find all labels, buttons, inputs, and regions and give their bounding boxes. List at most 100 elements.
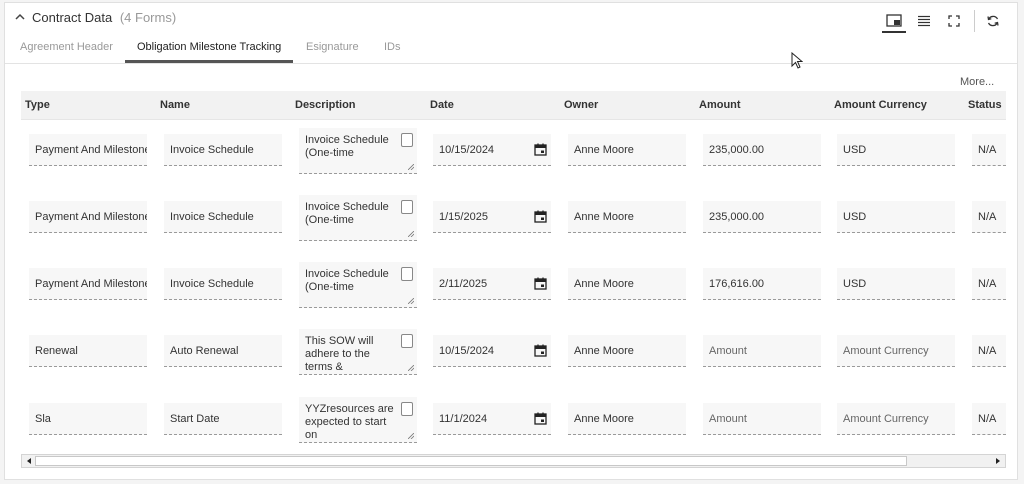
owner-field[interactable]: Anne Moore [568, 268, 686, 300]
calendar-icon[interactable] [534, 344, 547, 357]
mouse-pointer-icon [791, 52, 803, 69]
contract-data-panel: Contract Data (4 Forms) Agreement Header… [4, 2, 1018, 480]
date-field[interactable]: 10/15/2024 [433, 335, 551, 367]
toolbar-divider [974, 10, 975, 32]
resize-grip-icon[interactable] [408, 231, 414, 237]
name-value: Invoice Schedule [170, 144, 254, 156]
resize-grip-icon[interactable] [408, 365, 414, 371]
calendar-icon[interactable] [534, 143, 547, 156]
description-field[interactable]: Invoice Schedule (One-time [299, 128, 417, 174]
scroll-right-icon[interactable] [993, 456, 1003, 466]
column-header-amount[interactable]: Amount [699, 99, 741, 111]
owner-field[interactable]: Anne Moore [568, 201, 686, 233]
column-header-name[interactable]: Name [160, 99, 190, 111]
currency-field[interactable]: USD [837, 134, 955, 166]
calendar-icon[interactable] [534, 210, 547, 223]
date-field[interactable]: 11/1/2024 [433, 403, 551, 435]
table-header: Type Name Description Date Owner Amount … [21, 91, 1006, 120]
status-field[interactable]: N/A [972, 134, 1006, 166]
column-header-status[interactable]: Status [968, 99, 1002, 111]
resize-grip-icon[interactable] [408, 164, 414, 170]
list-view-button[interactable] [912, 10, 936, 32]
scroll-left-icon[interactable] [24, 456, 34, 466]
refresh-icon [987, 15, 999, 27]
name-field[interactable]: Start Date [164, 403, 282, 435]
owner-field[interactable]: Anne Moore [568, 134, 686, 166]
resize-grip-icon[interactable] [408, 433, 414, 439]
tab-obligation-milestone-tracking[interactable]: Obligation Milestone Tracking [137, 41, 281, 53]
date-value: 11/1/2024 [439, 413, 488, 425]
calendar-icon[interactable] [534, 412, 547, 425]
amount-field[interactable]: 235,000.00 [703, 201, 821, 233]
owner-value: Anne Moore [574, 413, 634, 425]
resize-grip-icon[interactable] [408, 298, 414, 304]
column-header-amount-currency[interactable]: Amount Currency [834, 99, 927, 111]
panel-toolbar [876, 9, 1005, 33]
currency-field[interactable]: Amount Currency [837, 335, 955, 367]
currency-field[interactable]: Amount Currency [837, 403, 955, 435]
description-field[interactable]: This SOW will adhere to the terms & [299, 329, 417, 375]
scrollbar-thumb[interactable] [35, 456, 907, 466]
panel-title-text: Contract Data [32, 10, 113, 25]
type-value: Sla [35, 413, 51, 425]
type-field[interactable]: Sla [29, 403, 147, 435]
amount-value: Amount [709, 345, 747, 357]
amount-field[interactable]: Amount [703, 335, 821, 367]
column-header-type[interactable]: Type [25, 99, 50, 111]
date-value: 10/15/2024 [439, 345, 495, 357]
description-checkbox[interactable] [401, 402, 413, 416]
description-checkbox[interactable] [401, 267, 413, 281]
description-checkbox[interactable] [401, 133, 413, 147]
chevron-up-icon[interactable] [13, 10, 27, 24]
description-checkbox[interactable] [401, 334, 413, 348]
description-field[interactable]: YYZresources are expected to start on [299, 397, 417, 443]
name-value: Auto Renewal [170, 345, 239, 357]
description-field[interactable]: Invoice Schedule (One-time [299, 262, 417, 308]
type-field[interactable]: Payment And Milestone Schedule [29, 268, 147, 300]
window-view-button[interactable] [882, 9, 906, 33]
type-value: Payment And Milestone Schedule [35, 278, 147, 290]
expand-button[interactable] [942, 10, 966, 32]
column-header-date[interactable]: Date [430, 99, 454, 111]
status-field[interactable]: N/A [972, 201, 1006, 233]
date-field[interactable]: 10/15/2024 [433, 134, 551, 166]
type-field[interactable]: Renewal [29, 335, 147, 367]
status-field[interactable]: N/A [972, 403, 1006, 435]
description-checkbox[interactable] [401, 200, 413, 214]
name-field[interactable]: Invoice Schedule [164, 268, 282, 300]
type-field[interactable]: Payment And Milestone Schedule [29, 134, 147, 166]
date-field[interactable]: 1/15/2025 [433, 201, 551, 233]
currency-field[interactable]: USD [837, 268, 955, 300]
description-value: Invoice Schedule (One-time [305, 268, 389, 293]
tab-ids[interactable]: IDs [384, 41, 401, 53]
owner-value: Anne Moore [574, 278, 634, 290]
amount-field[interactable]: 235,000.00 [703, 134, 821, 166]
amount-value: Amount [709, 413, 747, 425]
tab-esignature[interactable]: Esignature [306, 41, 359, 53]
status-field[interactable]: N/A [972, 268, 1006, 300]
owner-field[interactable]: Anne Moore [568, 403, 686, 435]
description-field[interactable]: Invoice Schedule (One-time [299, 195, 417, 241]
name-field[interactable]: Invoice Schedule [164, 201, 282, 233]
date-value: 1/15/2025 [439, 211, 488, 223]
calendar-icon[interactable] [534, 277, 547, 290]
form-count: (4 Forms) [119, 10, 177, 25]
refresh-button[interactable] [981, 10, 1005, 32]
column-header-description[interactable]: Description [295, 99, 356, 111]
name-field[interactable]: Auto Renewal [164, 335, 282, 367]
tab-agreement-header[interactable]: Agreement Header [20, 41, 113, 53]
description-value: YYZresources are expected to start on [305, 403, 394, 441]
name-field[interactable]: Invoice Schedule [164, 134, 282, 166]
more-link[interactable]: More... [960, 76, 994, 88]
horizontal-scrollbar[interactable] [21, 454, 1006, 468]
owner-field[interactable]: Anne Moore [568, 335, 686, 367]
currency-field[interactable]: USD [837, 201, 955, 233]
type-field[interactable]: Payment And Milestone Schedule [29, 201, 147, 233]
column-header-owner[interactable]: Owner [564, 99, 598, 111]
currency-value: USD [843, 144, 867, 156]
amount-value: 235,000.00 [709, 211, 765, 223]
amount-field[interactable]: 176,616.00 [703, 268, 821, 300]
amount-field[interactable]: Amount [703, 403, 821, 435]
date-field[interactable]: 2/11/2025 [433, 268, 551, 300]
status-field[interactable]: N/A [972, 335, 1006, 367]
